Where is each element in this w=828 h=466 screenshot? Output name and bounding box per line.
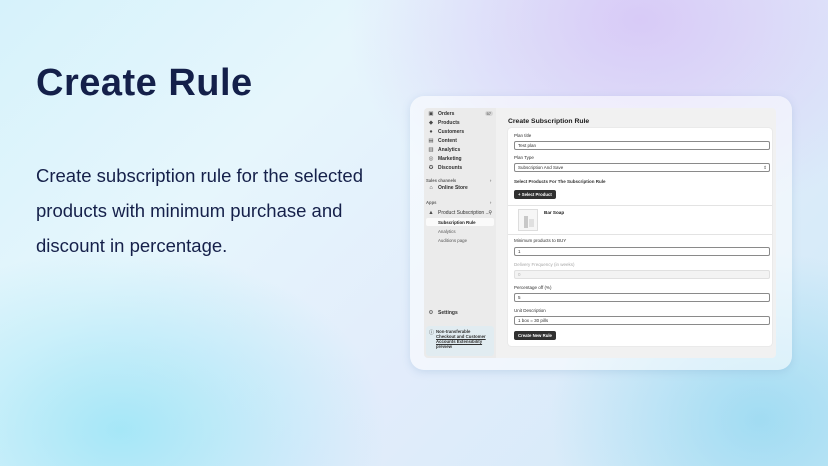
- notice-link[interactable]: Checkout and Customer Accounts Extensibi…: [436, 334, 486, 344]
- unit-description-label: Unit Description: [514, 308, 546, 313]
- pin-icon[interactable]: ⚲: [488, 210, 492, 216]
- sidebar-item-label: Online Store: [438, 185, 468, 191]
- notice-suffix: preview: [436, 344, 453, 349]
- sidebar-subitem-subscription-rule[interactable]: Subscription Rule: [438, 220, 476, 225]
- sidebar-item-label: Settings: [438, 310, 458, 316]
- product-thumbnail: [518, 209, 538, 231]
- min-products-label: Minimum products to BUY: [514, 238, 567, 243]
- sidebar-item-label: Customers: [438, 129, 465, 135]
- plan-type-value: Subscription And Save: [518, 165, 564, 170]
- plan-title-label: Plan title: [514, 133, 532, 138]
- plan-type-select[interactable]: Subscription And Save ⇕: [514, 163, 770, 172]
- divider: [508, 234, 772, 235]
- delivery-frequency-input: 0: [514, 270, 770, 279]
- person-icon: ●: [429, 129, 433, 135]
- products-heading: Select Products For The Subscription Rul…: [514, 179, 606, 184]
- section-label: Sales channels: [426, 178, 457, 183]
- gear-icon: ⚙: [428, 310, 434, 316]
- app-icon: ▲: [428, 210, 434, 216]
- sidebar-item-content[interactable]: ▤ Content: [428, 137, 494, 145]
- product-name: Bar Soap: [544, 210, 565, 215]
- sidebar-item-label: Discounts: [438, 165, 463, 171]
- sidebar-item-analytics[interactable]: ▥ Analytics: [428, 146, 494, 154]
- chevron-right-icon: ›: [490, 178, 492, 183]
- select-product-button[interactable]: + Select Product: [514, 190, 556, 199]
- sidebar-item-label: Marketing: [438, 156, 462, 162]
- target-icon: ◎: [428, 156, 434, 162]
- sales-channels-heading[interactable]: Sales channels ›: [426, 178, 491, 183]
- plan-type-label: Plan Type: [514, 155, 534, 160]
- sidebar-item-label: Analytics: [438, 147, 461, 153]
- sidebar-item-app[interactable]: ▲ Product Subscription ... ⚲: [428, 209, 494, 217]
- form-card: Plan title Test plan Plan Type Subscript…: [508, 128, 772, 346]
- create-rule-button[interactable]: Create New Rule: [514, 331, 556, 340]
- main-content: Create Subscription Rule Plan title Test…: [502, 108, 774, 358]
- tag-icon: ◆: [428, 120, 434, 126]
- sidebar-subitem-analytics[interactable]: Analytics: [438, 229, 456, 234]
- sidebar-item-label: Product Subscription ...: [438, 210, 490, 216]
- sidebar-item-products[interactable]: ◆ Products: [428, 119, 494, 127]
- extensibility-notice: ⓘ Non-transferable Checkout and Customer…: [426, 326, 494, 356]
- store-icon: ⌂: [429, 185, 433, 191]
- apps-heading[interactable]: Apps ›: [426, 200, 491, 205]
- chevron-right-icon: ›: [490, 200, 492, 205]
- sidebar-item-customers[interactable]: ● Customers: [428, 128, 494, 136]
- sidebar-item-settings[interactable]: ⚙ Settings: [428, 309, 494, 317]
- thumb-shape: [529, 219, 534, 227]
- thumb-shape: [524, 216, 528, 228]
- sidebar-item-online-store[interactable]: ⌂ Online Store: [428, 184, 494, 192]
- sidebar-subitem-auditions[interactable]: Auditions page: [438, 238, 467, 243]
- info-icon: ⓘ: [429, 330, 435, 336]
- sidebar-item-discounts[interactable]: ✪ Discounts: [428, 164, 494, 172]
- percentage-off-label: Percentage off (%): [514, 285, 552, 290]
- chart-icon: ▥: [428, 147, 434, 153]
- discount-icon: ✪: [428, 165, 434, 171]
- chevron-down-icon: ⇕: [763, 165, 767, 170]
- min-products-input[interactable]: 1: [514, 247, 770, 256]
- unit-description-input[interactable]: 1 box = 30 pills: [514, 316, 770, 325]
- sidebar-item-marketing[interactable]: ◎ Marketing: [428, 155, 494, 163]
- sidebar-item-label: Orders: [438, 111, 455, 117]
- inbox-icon: ▣: [428, 111, 434, 117]
- sidebar-item-label: Products: [438, 120, 460, 126]
- sidebar-item-orders[interactable]: ▣ Orders 57: [428, 110, 494, 118]
- delivery-frequency-label: Delivery Frequency (in weeks): [514, 262, 575, 267]
- sidebar: ▣ Orders 57 ◆ Products ● Customers ▤ Con…: [424, 108, 496, 358]
- page-title: Create Subscription Rule: [508, 118, 590, 125]
- document-icon: ▤: [428, 138, 434, 144]
- hero-description: Create subscription rule for the selecte…: [36, 165, 364, 256]
- section-label: Apps: [426, 200, 437, 205]
- admin-app: ▣ Orders 57 ◆ Products ● Customers ▤ Con…: [424, 108, 776, 358]
- orders-count-badge: 57: [484, 111, 493, 116]
- plan-title-input[interactable]: Test plan: [514, 141, 770, 150]
- divider: [508, 205, 772, 206]
- sidebar-item-label: Content: [438, 138, 457, 144]
- percentage-off-input[interactable]: 5: [514, 293, 770, 302]
- hero-title: Create Rule: [36, 62, 253, 104]
